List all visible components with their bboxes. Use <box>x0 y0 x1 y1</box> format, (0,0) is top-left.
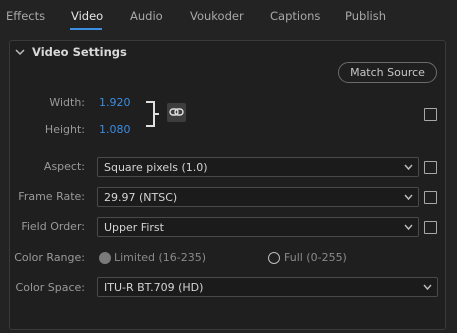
section-title: Video Settings <box>32 45 127 59</box>
frame-rate-label: Frame Rate: <box>18 190 85 203</box>
frame-rate-select[interactable]: 29.97 (NTSC) <box>97 187 419 207</box>
color-range-limited-radio[interactable] <box>99 252 111 264</box>
chevron-down-icon[interactable] <box>14 46 26 58</box>
width-label: Width: <box>49 96 85 109</box>
dropdown-caret-icon <box>404 224 413 231</box>
match-source-button[interactable]: Match Source <box>338 62 437 83</box>
color-space-select[interactable]: ITU-R BT.709 (HD) <box>97 277 438 297</box>
field-order-value: Upper First <box>104 221 164 234</box>
field-order-label: Field Order: <box>21 220 85 233</box>
dimension-link-bracket <box>146 101 155 127</box>
color-space-value: ITU-R BT.709 (HD) <box>104 281 204 294</box>
active-tab-indicator <box>70 28 102 30</box>
color-range-full-label: Full (0-255) <box>284 251 347 264</box>
link-dimensions-button[interactable] <box>167 103 186 122</box>
color-space-label: Color Space: <box>15 281 85 294</box>
tab-bar: Effects Video Audio Voukoder Captions Pu… <box>0 0 457 32</box>
dimension-link-bracket-tick <box>155 113 159 115</box>
dropdown-caret-icon <box>423 284 432 291</box>
tab-publish[interactable]: Publish <box>345 9 386 23</box>
aspect-match-checkbox[interactable] <box>424 161 437 174</box>
tab-video[interactable]: Video <box>71 9 103 23</box>
frame-rate-value: 29.97 (NTSC) <box>104 191 178 204</box>
dropdown-caret-icon <box>404 194 413 201</box>
dimensions-match-checkbox[interactable] <box>424 108 437 121</box>
aspect-label: Aspect: <box>43 160 85 173</box>
height-label: Height: <box>44 123 85 136</box>
aspect-select[interactable]: Square pixels (1.0) <box>97 157 419 177</box>
aspect-value: Square pixels (1.0) <box>104 161 208 174</box>
field-order-match-checkbox[interactable] <box>424 221 437 234</box>
tab-voukoder[interactable]: Voukoder <box>190 9 244 23</box>
frame-rate-match-checkbox[interactable] <box>424 191 437 204</box>
color-range-limited-label: Limited (16-235) <box>114 251 207 264</box>
field-order-select[interactable]: Upper First <box>97 217 419 237</box>
color-range-full-radio[interactable] <box>268 252 280 264</box>
height-value[interactable]: 1.080 <box>99 123 131 136</box>
dropdown-caret-icon <box>404 164 413 171</box>
tab-audio[interactable]: Audio <box>130 9 163 23</box>
tab-effects[interactable]: Effects <box>6 9 45 23</box>
tab-captions[interactable]: Captions <box>270 9 320 23</box>
link-icon <box>169 108 184 116</box>
color-range-label: Color Range: <box>14 251 85 264</box>
width-value[interactable]: 1.920 <box>99 96 131 109</box>
